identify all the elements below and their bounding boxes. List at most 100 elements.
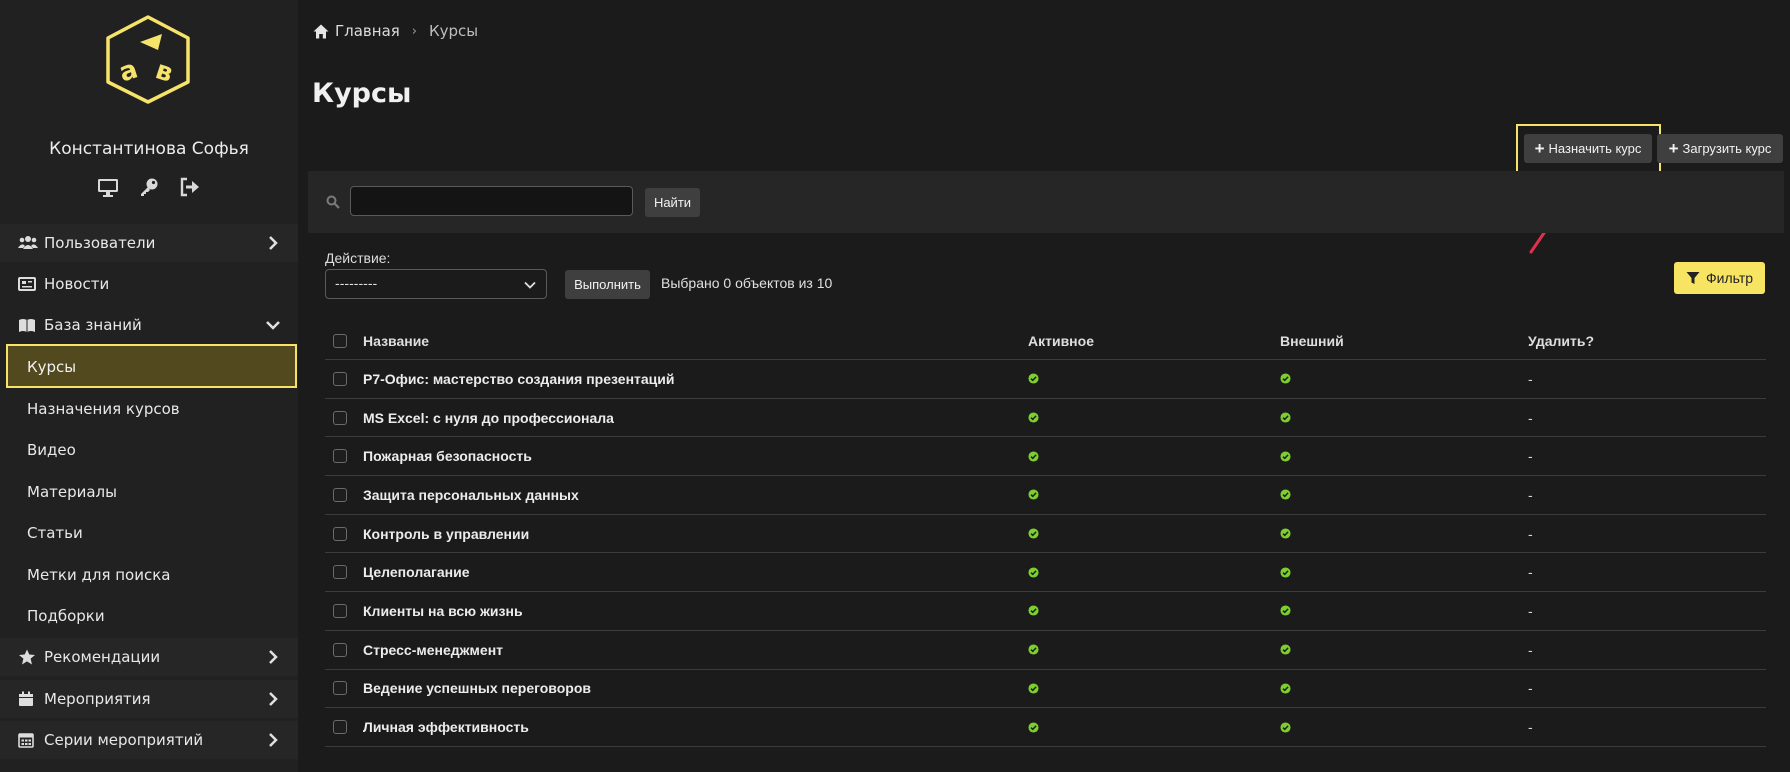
external-check-icon: [1280, 486, 1291, 503]
row-checkbox[interactable]: [333, 526, 347, 541]
courses-table: Название Активное Внешний Удалить? Р7-Оф…: [325, 322, 1766, 747]
external-check-icon: [1280, 370, 1291, 387]
table-body: Р7-Офис: мастерство создания презентаций…: [325, 360, 1766, 747]
row-checkbox[interactable]: [333, 371, 347, 386]
filter-label: Фильтр: [1705, 270, 1754, 286]
sidebar-item-articles[interactable]: Статьи: [0, 514, 298, 552]
sidebar-item-recommendations[interactable]: Рекомендации: [0, 638, 298, 676]
user-name: Константинова Софья: [49, 139, 249, 159]
table-header: Название Активное Внешний Удалить?: [325, 322, 1766, 360]
upload-course-button[interactable]: + Загрузить курс: [1657, 134, 1783, 163]
sidebar-item-materials[interactable]: Материалы: [0, 473, 298, 511]
delete-value: -: [1528, 448, 1533, 465]
logout-icon[interactable]: [179, 176, 201, 198]
course-name-link[interactable]: Р7-Офис: мастерство создания презентаций: [363, 371, 675, 387]
row-checkbox[interactable]: [333, 410, 347, 425]
column-header-active[interactable]: Активное: [1028, 333, 1094, 349]
sidebar-item-news[interactable]: Новости: [0, 265, 298, 303]
filter-button[interactable]: Фильтр: [1674, 262, 1765, 294]
sidebar-item-label: Видео: [27, 441, 76, 459]
external-check-icon: [1280, 564, 1291, 581]
star-icon: [18, 649, 36, 665]
action-select-value: ---------: [335, 277, 378, 292]
delete-value: -: [1528, 409, 1533, 426]
action-label: Действие:: [325, 250, 391, 266]
monitor-icon[interactable]: [97, 176, 119, 198]
row-checkbox[interactable]: [333, 603, 347, 618]
sidebar-item-video[interactable]: Видео: [0, 431, 298, 469]
delete-value: -: [1528, 641, 1533, 658]
course-name-link[interactable]: Стресс-менеджмент: [363, 642, 503, 658]
row-checkbox[interactable]: [333, 565, 347, 580]
svg-text:в: в: [152, 55, 177, 89]
run-action-button[interactable]: Выполнить: [565, 270, 650, 299]
sidebar-item-events[interactable]: Мероприятия: [0, 680, 298, 718]
course-name-link[interactable]: Клиенты на всю жизнь: [363, 603, 523, 619]
active-check-icon: [1028, 370, 1039, 387]
breadcrumb-home-link[interactable]: Главная: [335, 22, 400, 40]
external-check-icon: [1280, 525, 1291, 542]
delete-value: -: [1528, 525, 1533, 542]
sidebar-item-label: Серии мероприятий: [44, 731, 204, 749]
active-check-icon: [1028, 409, 1039, 426]
external-check-icon: [1280, 719, 1291, 736]
active-check-icon: [1028, 564, 1039, 581]
sidebar-item-course-assignments[interactable]: Назначения курсов: [0, 390, 298, 428]
course-name-link[interactable]: Ведение успешных переговоров: [363, 680, 591, 696]
sidebar-item-label: База знаний: [44, 316, 142, 334]
sidebar: а в Константинова Софья Пользователи Нов…: [0, 0, 298, 772]
sidebar-item-label: Мероприятия: [44, 690, 151, 708]
sidebar-item-knowledge-base[interactable]: База знаний: [0, 306, 298, 344]
delete-value: -: [1528, 719, 1533, 736]
row-checkbox[interactable]: [333, 449, 347, 464]
active-check-icon: [1028, 602, 1039, 619]
delete-value: -: [1528, 486, 1533, 503]
logo[interactable]: а в: [104, 14, 192, 104]
sidebar-item-label: Материалы: [27, 483, 117, 501]
table-row: Клиенты на всю жизнь -: [325, 592, 1766, 631]
sidebar-item-label: Пользователи: [44, 234, 156, 252]
sidebar-item-label: Метки для поиска: [27, 566, 171, 584]
sidebar-item-collections[interactable]: Подборки: [0, 597, 298, 635]
sidebar-item-label: Рекомендации: [44, 648, 161, 666]
assign-course-button[interactable]: + Назначить курс: [1524, 134, 1652, 163]
filter-icon: [1686, 272, 1700, 284]
table-row: Контроль в управлении -: [325, 515, 1766, 554]
row-checkbox[interactable]: [333, 642, 347, 657]
action-select[interactable]: ---------: [325, 269, 547, 299]
external-check-icon: [1280, 680, 1291, 697]
row-checkbox[interactable]: [333, 720, 347, 735]
table-row: Ведение успешных переговоров -: [325, 670, 1766, 709]
search-input[interactable]: [350, 186, 633, 216]
select-all-checkbox[interactable]: [333, 333, 347, 348]
calendar-grid-icon: [18, 732, 36, 748]
course-name-link[interactable]: Пожарная безопасность: [363, 448, 532, 464]
sidebar-item-search-tags[interactable]: Метки для поиска: [0, 556, 298, 594]
sidebar-item-users[interactable]: Пользователи: [0, 224, 298, 262]
page-title: Курсы: [312, 78, 412, 109]
course-name-link[interactable]: Контроль в управлении: [363, 526, 529, 542]
row-checkbox[interactable]: [333, 681, 347, 696]
course-name-link[interactable]: Целеполагание: [363, 564, 469, 580]
sidebar-item-label: Статьи: [27, 524, 83, 542]
sidebar-item-event-series[interactable]: Серии мероприятий: [0, 721, 298, 759]
key-icon[interactable]: [138, 176, 160, 198]
column-header-delete[interactable]: Удалить?: [1528, 333, 1594, 349]
delete-value: -: [1528, 602, 1533, 619]
row-checkbox[interactable]: [333, 487, 347, 502]
sidebar-item-label: Подборки: [27, 607, 105, 625]
table-row: MS Excel: с нуля до профессионала -: [325, 399, 1766, 438]
course-name-link[interactable]: Защита персональных данных: [363, 487, 579, 503]
search-button[interactable]: Найти: [645, 188, 700, 217]
course-name-link[interactable]: Личная эффективность: [363, 719, 529, 735]
plus-icon: +: [1534, 138, 1545, 158]
sidebar-item-courses[interactable]: Курсы: [6, 344, 297, 388]
table-row: Личная эффективность -: [325, 708, 1766, 747]
book-icon: [18, 317, 36, 333]
home-icon[interactable]: [313, 24, 329, 39]
table-row: Стресс-менеджмент -: [325, 631, 1766, 670]
column-header-external[interactable]: Внешний: [1280, 333, 1344, 349]
svg-text:а: а: [116, 54, 142, 88]
course-name-link[interactable]: MS Excel: с нуля до профессионала: [363, 410, 614, 426]
column-header-name[interactable]: Название: [363, 333, 429, 349]
